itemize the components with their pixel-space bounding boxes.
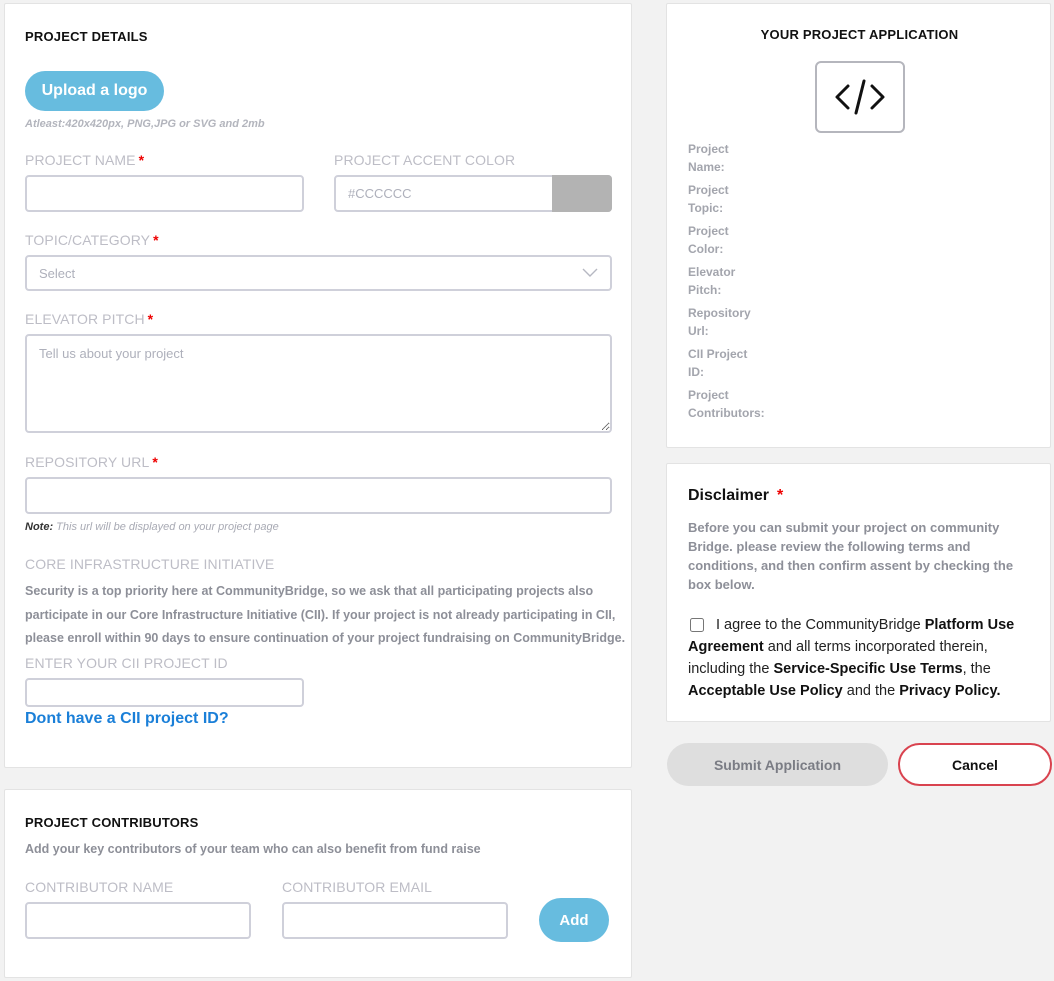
topic-select-value: Select [39,265,76,281]
contributor-name-input[interactable] [25,902,251,939]
code-icon [835,79,885,115]
preview-repository-url: Repository Url: [688,306,751,338]
application-preview-card: YOUR PROJECT APPLICATION Project Name: Pr… [666,3,1051,448]
project-logo-placeholder [815,61,905,133]
disclaimer-title: Disclaimer * [688,487,784,504]
contributor-email-label: CONTRIBUTOR EMAIL [282,879,433,895]
preview-elevator-pitch: Elevator Pitch: [688,265,736,297]
upload-logo-button[interactable]: Upload a logo [25,71,164,111]
cancel-button[interactable]: Cancel [898,743,1052,786]
agreement-text: I agree to the CommunityBridge Platform … [688,617,1015,699]
cii-heading: CORE INFRASTRUCTURE INITIATIVE [25,556,275,572]
repo-url-note: Note: This url will be displayed on your… [25,521,279,533]
project-details-title: PROJECT DETAILS [25,29,148,44]
topic-label: TOPIC/CATEGORY * [25,232,159,248]
contributor-email-input[interactable] [282,902,508,939]
preview-project-color: Project Color: [688,224,729,256]
preview-cii-project-id: CII Project ID: [688,347,748,379]
accent-color-label: PROJECT ACCENT COLOR [334,152,516,168]
pitch-label: ELEVATOR PITCH * [25,311,154,327]
accent-color-swatch[interactable] [552,175,612,212]
topic-select[interactable]: Select [25,255,612,291]
contributors-subtitle: Add your key contributors of your team w… [25,842,481,856]
service-specific-terms-link[interactable]: Service-Specific Use Terms [773,661,962,677]
contributors-card: PROJECT CONTRIBUTORS Add your key contri… [4,789,632,978]
application-title: YOUR PROJECT APPLICATION [760,27,959,42]
project-name-input[interactable] [25,175,304,212]
acceptable-use-policy-link[interactable]: Acceptable Use Policy [688,683,843,699]
elevator-pitch-textarea[interactable] [25,334,612,433]
cii-id-input[interactable] [25,678,304,707]
privacy-policy-link[interactable]: Privacy Policy. [899,683,1000,699]
chevron-down-icon [582,268,598,277]
upload-hint: Atleast:420x420px, PNG,JPG or SVG and 2m… [25,118,265,130]
preview-project-name: Project Name: [688,142,729,174]
preview-project-contributors: Project Contributors: [688,388,765,420]
contributors-title: PROJECT CONTRIBUTORS [25,815,199,830]
repo-url-label: REPOSITORY URL * [25,454,158,470]
cii-id-help-link[interactable]: Dont have a CII project ID? [25,710,229,728]
cii-paragraph: Security is a top priority here at Commu… [25,584,626,645]
add-contributor-button[interactable]: Add [539,898,609,942]
preview-project-topic: Project Topic: [688,183,729,215]
disclaimer-text: Before you can submit your project on co… [688,520,1014,592]
disclaimer-card: Disclaimer * Before you can submit your p… [666,463,1051,722]
contributor-name-label: CONTRIBUTOR NAME [25,879,174,895]
project-details-card: PROJECT DETAILS Upload a logo Atleast:42… [4,3,632,768]
project-name-label: PROJECT NAME * [25,152,145,168]
submit-application-button[interactable]: Submit Application [667,743,888,786]
cii-id-label: ENTER YOUR CII PROJECT ID [25,655,228,671]
repo-url-input[interactable] [25,477,612,514]
